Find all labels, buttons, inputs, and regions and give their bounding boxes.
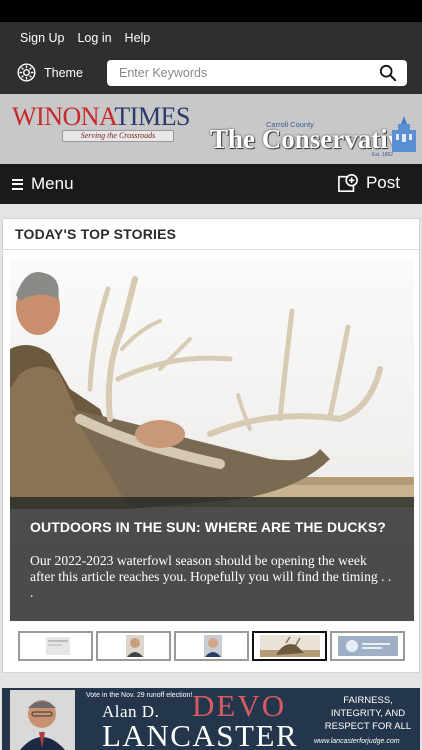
log-in-link[interactable]: Log in xyxy=(77,31,111,45)
featured-story[interactable]: OUTDOORS IN THE SUN: WHERE ARE THE DUCKS… xyxy=(10,259,414,621)
sign-up-link[interactable]: Sign Up xyxy=(20,31,64,45)
ad-vote-text: Vote in the Nov. 29 runoff election! xyxy=(86,692,193,699)
menu-label: Menu xyxy=(31,174,74,193)
top-stories-card: TODAY'S TOP STORIES OUTDOORS IN THE SUN:… xyxy=(2,218,420,673)
add-post-icon xyxy=(338,174,358,192)
ad-slogan-line: FAIRNESS, xyxy=(343,695,393,706)
story-thumbnail[interactable] xyxy=(96,631,171,661)
post-button[interactable]: Post xyxy=(337,173,400,193)
hamburger-icon xyxy=(12,178,23,190)
nav-bar: Menu Post xyxy=(0,164,422,204)
ad-lancaster: LANCASTER xyxy=(102,718,299,750)
ad-slogan-line: INTEGRITY, AND xyxy=(330,708,406,719)
gear-icon xyxy=(17,63,36,82)
theme-button[interactable]: Theme xyxy=(16,62,83,83)
conservative-logo: The Conservative xyxy=(210,124,414,154)
theme-label: Theme xyxy=(44,65,83,80)
story-headline[interactable]: OUTDOORS IN THE SUN: WHERE ARE THE DUCKS… xyxy=(30,519,394,535)
story-thumbnail[interactable] xyxy=(18,631,93,661)
ad-slogan-line: RESPECT FOR ALL xyxy=(324,721,412,732)
est-label: Est. 1862 xyxy=(372,152,394,158)
menu-button[interactable]: Menu xyxy=(12,174,74,194)
campaign-ad[interactable]: Vote in the Nov. 29 runoff election! Ala… xyxy=(2,688,420,750)
ad-slogan: FAIRNESS, INTEGRITY, AND RESPECT FOR ALL xyxy=(320,694,416,733)
top-stories-title: TODAY'S TOP STORIES xyxy=(3,219,419,250)
story-teaser: Our 2022-2023 waterfowl season should be… xyxy=(30,553,392,600)
top-bar: Sign Up Log in Help Theme xyxy=(0,22,422,94)
post-label: Post xyxy=(365,173,400,192)
winona-times-logo: WINONATIMES xyxy=(12,102,190,132)
help-link[interactable]: Help xyxy=(125,31,151,45)
search-icon[interactable] xyxy=(375,60,401,86)
search-box xyxy=(107,60,407,86)
story-overlay: OUTDOORS IN THE SUN: WHERE ARE THE DUCKS… xyxy=(10,497,414,621)
courthouse-icon xyxy=(392,116,416,152)
account-links: Sign Up Log in Help xyxy=(20,31,150,45)
candidate-photo xyxy=(10,690,75,750)
masthead-banner[interactable]: WINONATIMES Serving the Crossroads Carro… xyxy=(0,94,422,164)
winona-tagline: Serving the Crossroads xyxy=(62,130,174,142)
story-thumbnails xyxy=(18,631,405,661)
winona-logo-part1: WINONA xyxy=(12,102,115,131)
status-bar xyxy=(0,0,422,22)
search-input[interactable] xyxy=(107,60,375,86)
ad-url: www.lancasterforjudge.com xyxy=(314,738,400,745)
story-thumbnail-active[interactable] xyxy=(252,631,327,661)
winona-logo-part2: TIMES xyxy=(114,102,190,131)
story-thumbnail[interactable] xyxy=(174,631,249,661)
story-thumbnail[interactable] xyxy=(330,631,405,661)
